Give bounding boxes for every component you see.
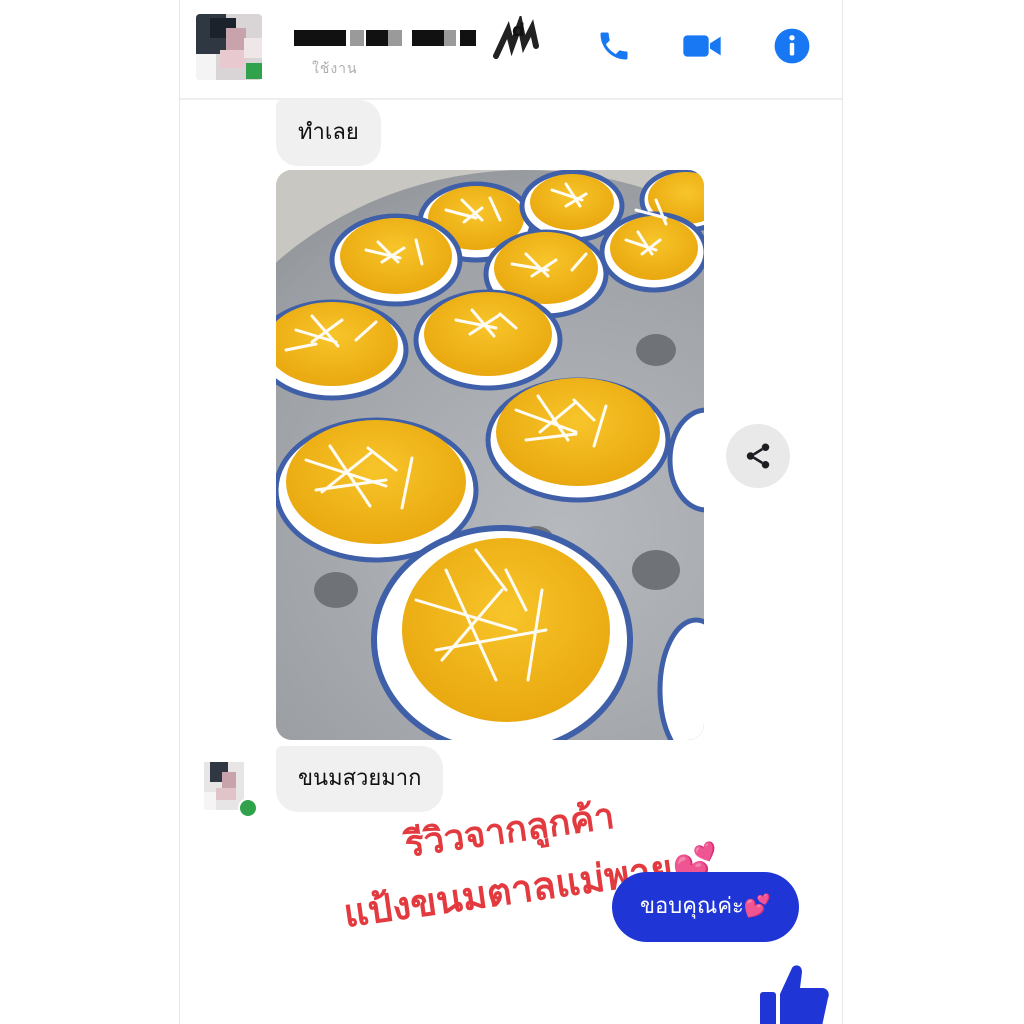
contact-name-redacted: d	[294, 16, 544, 59]
chat-header: d ใช้งาน	[180, 0, 842, 100]
dessert-photo-image	[276, 170, 704, 740]
like-button[interactable]	[758, 962, 830, 1024]
sender-online-indicator	[238, 798, 258, 818]
share-icon	[746, 443, 770, 469]
info-icon	[774, 28, 810, 64]
svg-text:d: d	[512, 20, 525, 41]
video-call-button[interactable]	[682, 26, 722, 66]
incoming-message-bubble[interactable]: ทำเลย	[276, 100, 381, 166]
phone-icon	[600, 32, 628, 60]
online-indicator	[246, 63, 262, 79]
scribble-redaction-icon: d	[493, 16, 539, 59]
sender-avatar[interactable]	[204, 762, 258, 818]
right-border	[842, 0, 843, 1024]
video-camera-icon	[683, 35, 721, 57]
phone-call-button[interactable]	[594, 26, 634, 66]
contact-status: ใช้งาน	[312, 61, 358, 77]
share-button[interactable]	[726, 424, 790, 488]
photo-message[interactable]	[276, 170, 704, 740]
incoming-message-bubble[interactable]: ขนมสวยมาก	[276, 746, 444, 812]
outgoing-message-bubble[interactable]: ขอบคุณค่ะ💕	[612, 872, 800, 942]
conversation-info-button[interactable]	[772, 26, 812, 66]
thumbs-up-icon	[760, 965, 829, 1024]
chat-window: d ใช้งาน ทำเลย ขนมสวยมาก รีวิวจากลูกค้า …	[180, 0, 842, 1024]
